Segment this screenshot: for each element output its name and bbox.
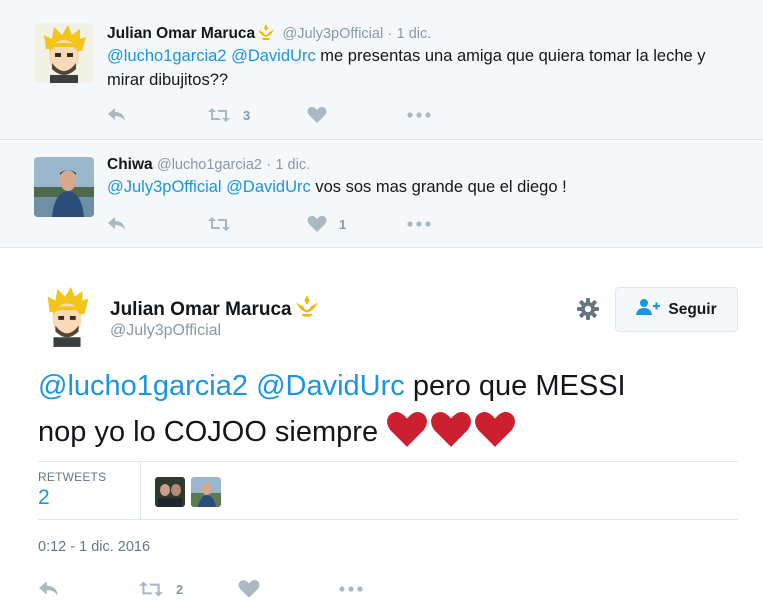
separator: · — [266, 157, 272, 173]
tweet-header: Chiwa @lucho1garcia2 · 1 dic. — [107, 156, 310, 174]
red-heart-emoji — [474, 410, 516, 462]
reply-button[interactable] — [107, 216, 207, 232]
tweet-body-line1: pero que MESSI — [404, 370, 626, 402]
tweet-text: @lucho1garcia2 @DavidUrc pero que MESSI … — [38, 363, 738, 462]
crown-badge-icon — [293, 294, 321, 324]
mention-link[interactable]: @lucho1garcia2 — [38, 370, 248, 402]
avatar[interactable] — [34, 157, 94, 217]
red-heart-emoji — [386, 410, 428, 462]
follow-button[interactable]: Seguir — [615, 287, 738, 332]
timestamp[interactable]: 1 dic. — [275, 157, 310, 173]
author-handle[interactable]: @July3pOfficial — [282, 26, 383, 42]
retweet-count: 3 — [243, 107, 251, 123]
tweet-actions: 2 — [38, 578, 364, 600]
tweet-header: Julian Omar Maruca @July3pOfficial · 1 d… — [107, 23, 431, 46]
avatar[interactable] — [34, 23, 94, 83]
reply-icon — [38, 580, 60, 598]
mention-link[interactable]: @DavidUrc — [226, 178, 311, 196]
more-button[interactable] — [338, 586, 364, 592]
retweet-icon — [207, 216, 231, 232]
red-heart-emoji — [430, 410, 472, 462]
main-tweet: Julian Omar Maruca @July3pOfficial Segui… — [0, 249, 763, 609]
reply-tweet[interactable]: Julian Omar Maruca @July3pOfficial · 1 d… — [0, 0, 763, 140]
retweet-button[interactable]: 2 — [138, 580, 238, 598]
like-button[interactable] — [307, 106, 407, 124]
mention-link[interactable]: @July3pOfficial — [107, 178, 222, 196]
gear-icon[interactable] — [576, 297, 600, 326]
like-button[interactable]: 1 — [307, 215, 407, 233]
more-button[interactable] — [407, 221, 431, 227]
author-handle[interactable]: @July3pOfficial — [110, 322, 221, 340]
divider — [140, 462, 141, 519]
retweet-count: 2 — [176, 581, 184, 597]
reply-tweet[interactable]: Chiwa @lucho1garcia2 · 1 dic. @July3pOff… — [0, 141, 763, 248]
timestamp[interactable]: 1 dic. — [397, 26, 432, 42]
more-icon — [338, 586, 364, 592]
more-icon — [407, 112, 431, 118]
retweet-icon — [138, 580, 164, 598]
retweet-icon — [207, 107, 231, 123]
retweet-button[interactable] — [207, 216, 307, 232]
retweeter-avatar[interactable] — [155, 477, 185, 507]
heart-icon — [307, 215, 327, 233]
avatar[interactable] — [38, 285, 96, 347]
heart-icon — [238, 579, 260, 599]
tweet-actions: 1 — [107, 214, 431, 234]
mention-link[interactable]: @lucho1garcia2 — [107, 47, 227, 65]
tweet-text: @July3pOfficial @DavidUrc vos sos mas gr… — [107, 175, 747, 199]
author-handle[interactable]: @lucho1garcia2 — [157, 157, 262, 173]
reply-icon — [107, 107, 127, 123]
mention-link[interactable]: @DavidUrc — [231, 47, 316, 65]
reply-icon — [107, 216, 127, 232]
author-name[interactable]: Chiwa — [107, 156, 153, 173]
follow-label: Seguir — [668, 300, 717, 318]
reply-button[interactable] — [38, 580, 138, 598]
author-name[interactable]: Julian Omar Maruca — [107, 25, 255, 42]
tweet-timestamp[interactable]: 0:12 - 1 dic. 2016 — [38, 539, 150, 555]
reply-button[interactable] — [107, 107, 207, 123]
tweet-body: vos sos mas grande que el diego ! — [310, 178, 567, 196]
more-icon — [407, 221, 431, 227]
retweet-button[interactable]: 3 — [207, 107, 307, 123]
heart-icon — [307, 106, 327, 124]
more-button[interactable] — [407, 112, 431, 118]
tweet-stats: RETWEETS 2 — [38, 461, 738, 520]
separator: · — [387, 26, 393, 42]
mention-link[interactable]: @DavidUrc — [256, 370, 405, 402]
author-name[interactable]: Julian Omar Maruca — [110, 294, 323, 324]
retweets-label: RETWEETS — [38, 470, 107, 484]
author-name-text: Julian Omar Maruca — [110, 299, 292, 320]
tweet-body-line2: nop yo lo COJOO siempre — [38, 416, 387, 448]
tweet-actions: 3 — [107, 105, 431, 125]
retweeter-avatar[interactable] — [191, 477, 221, 507]
like-count: 1 — [339, 216, 347, 232]
follow-user-icon — [636, 298, 661, 321]
retweets-count[interactable]: 2 — [38, 486, 50, 510]
tweet-text: @lucho1garcia2 @DavidUrc me presentas un… — [107, 44, 747, 92]
like-button[interactable] — [238, 579, 338, 599]
crown-badge-icon — [256, 23, 276, 46]
